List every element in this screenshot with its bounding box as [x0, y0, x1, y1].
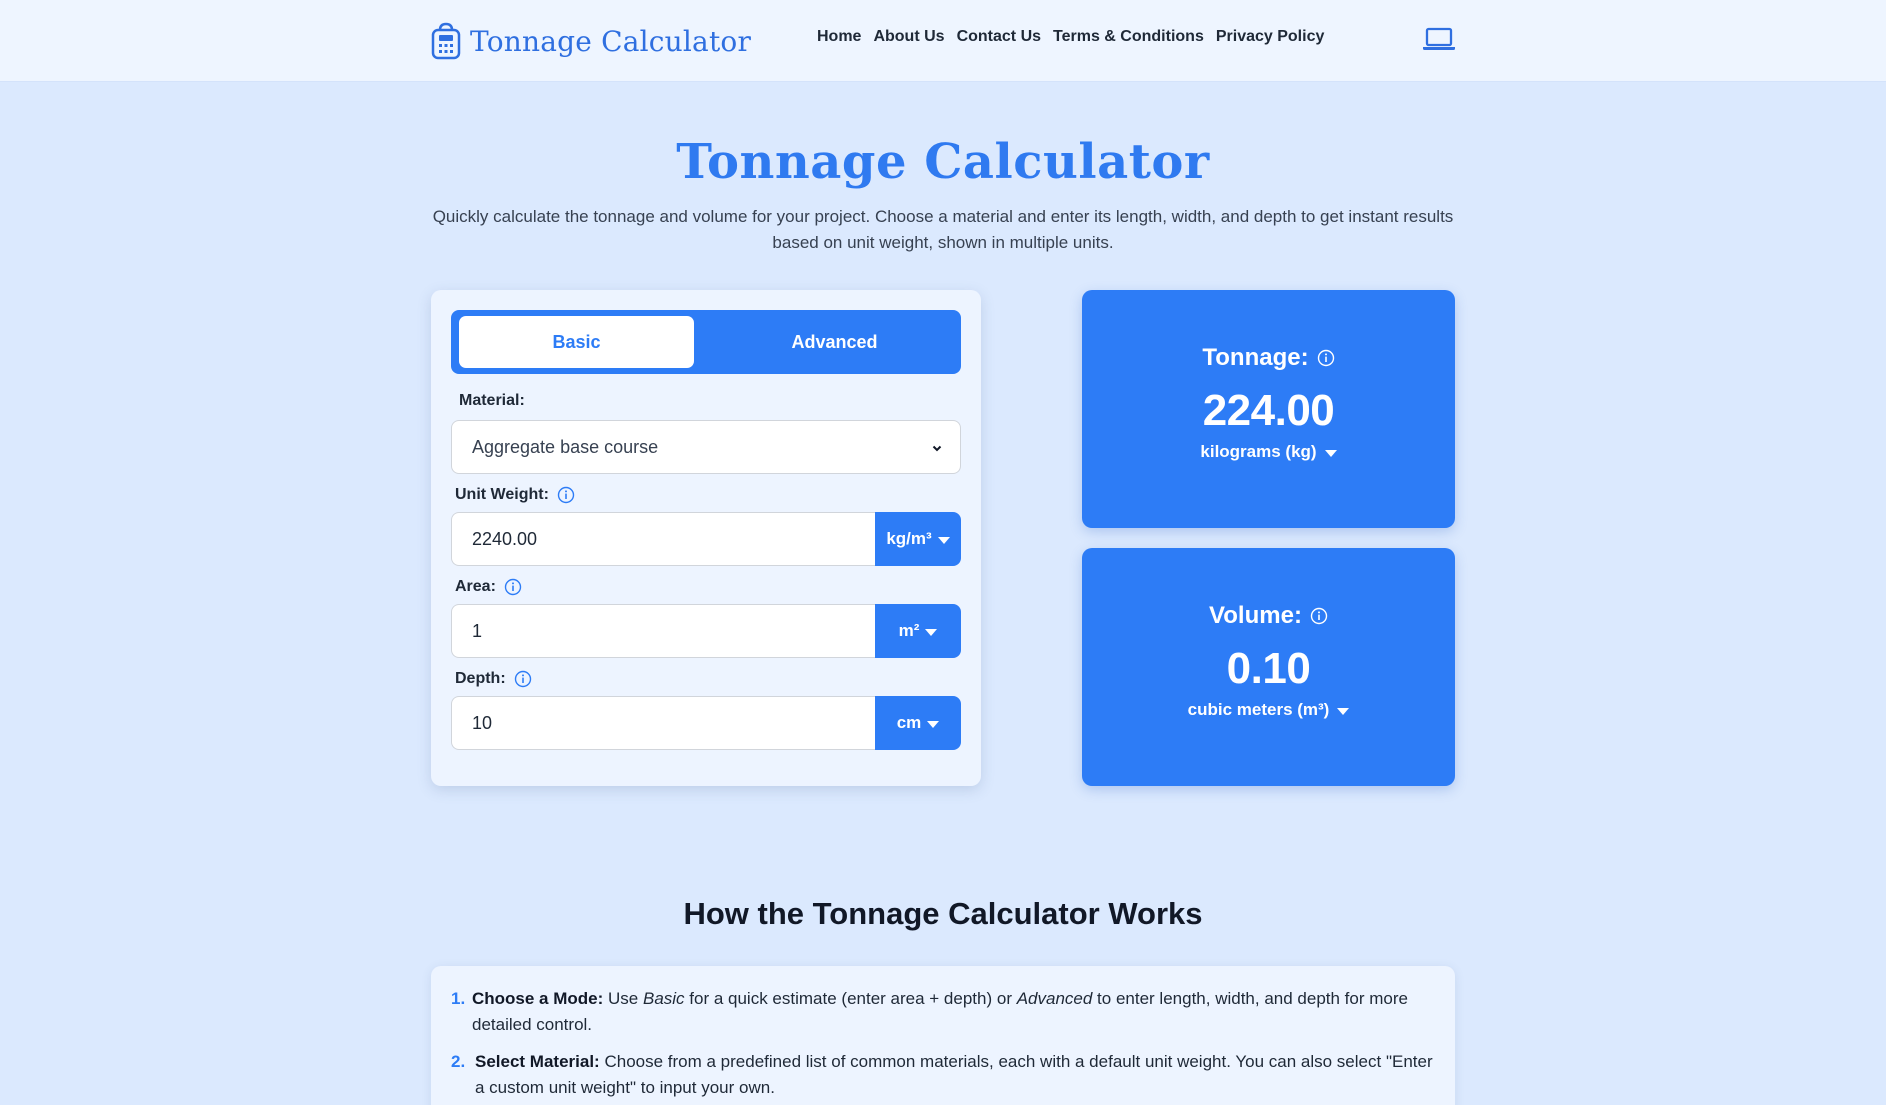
- step-title: Choose a Mode:: [472, 989, 604, 1008]
- nav-contact-us[interactable]: Contact Us: [957, 28, 1041, 46]
- area-info-icon[interactable]: [504, 578, 522, 596]
- depth-label-text: Depth:: [455, 670, 506, 687]
- depth-label: Depth:: [455, 670, 532, 688]
- area-label-text: Area:: [455, 578, 496, 595]
- tonnage-result-card: Tonnage: 224.00 kilograms (kg): [1082, 290, 1455, 528]
- mode-advanced-tab[interactable]: Advanced: [717, 316, 952, 368]
- page-title: Tonnage Calculator: [676, 134, 1210, 190]
- volume-info-icon[interactable]: [1310, 607, 1328, 625]
- unit-weight-unit: kg/m³: [886, 529, 932, 548]
- material-selected-value: Aggregate base course: [472, 436, 659, 457]
- material-label-text: Material:: [459, 392, 525, 409]
- unit-weight-unit-dropdown[interactable]: kg/m³: [875, 512, 961, 566]
- step-em: Advanced: [1016, 989, 1093, 1008]
- step-text: Use: [603, 989, 643, 1008]
- theme-toggle-button[interactable]: [1422, 27, 1456, 55]
- main-nav: Home About Us Contact Us Terms & Conditi…: [817, 28, 1336, 46]
- page-subtitle: Quickly calculate the tonnage and volume…: [432, 207, 1454, 252]
- step-text: Choose from a predefined list of common …: [475, 1052, 1433, 1097]
- material-label: Material:: [459, 392, 525, 410]
- area-row: m²: [451, 604, 961, 658]
- tonnage-unit-dropdown[interactable]: kilograms (kg): [1082, 442, 1455, 462]
- how-it-works-card: 1. Choose a Mode: Use Basic for a quick …: [431, 966, 1455, 1105]
- volume-label: Volume:: [1082, 602, 1455, 630]
- nav-home[interactable]: Home: [817, 28, 861, 46]
- step-number: 2.: [451, 1052, 466, 1071]
- chevron-down-icon: [930, 439, 944, 453]
- volume-unit: cubic meters (m³): [1187, 700, 1330, 719]
- area-unit-dropdown[interactable]: m²: [875, 604, 961, 658]
- step-body: Choose a Mode: Use Basic for a quick est…: [472, 986, 1432, 1038]
- tonnage-label: Tonnage:: [1082, 344, 1455, 372]
- tonnage-unit: kilograms (kg): [1200, 442, 1317, 461]
- step-em: Basic: [642, 989, 685, 1008]
- depth-info-icon[interactable]: [514, 670, 532, 688]
- calculator-bag-icon: [430, 22, 462, 60]
- step-body: Select Material: Choose from a predefine…: [475, 1049, 1435, 1101]
- unit-weight-label: Unit Weight:: [455, 486, 575, 504]
- volume-value: 0.10: [1226, 644, 1311, 693]
- nav-about-us[interactable]: About Us: [873, 28, 944, 46]
- volume-unit-dropdown[interactable]: cubic meters (m³): [1082, 700, 1455, 720]
- step-title: Select Material:: [475, 1052, 600, 1071]
- site-header: Tonnage Calculator Home About Us Contact…: [0, 0, 1886, 82]
- caret-down-icon: [1324, 450, 1337, 457]
- laptop-icon: [1422, 26, 1456, 57]
- unit-weight-input[interactable]: [451, 512, 875, 566]
- material-select[interactable]: Aggregate base course: [451, 420, 961, 474]
- depth-input[interactable]: [451, 696, 875, 750]
- brand-logo-link[interactable]: Tonnage Calculator: [430, 20, 751, 62]
- mode-toggle: Basic Advanced: [451, 310, 961, 374]
- nav-terms-conditions[interactable]: Terms & Conditions: [1053, 28, 1204, 46]
- area-input[interactable]: [451, 604, 875, 658]
- nav-privacy-policy[interactable]: Privacy Policy: [1216, 28, 1325, 46]
- step-number: 1.: [451, 989, 466, 1008]
- mode-basic-tab[interactable]: Basic: [459, 316, 694, 368]
- unit-weight-info-icon[interactable]: [557, 486, 575, 504]
- volume-result-card: Volume: 0.10 cubic meters (m³): [1082, 548, 1455, 786]
- area-label: Area:: [455, 578, 522, 596]
- unit-weight-row: kg/m³: [451, 512, 961, 566]
- tonnage-info-icon[interactable]: [1317, 349, 1335, 367]
- calculator-card: Basic Advanced Material: Aggregate base …: [431, 290, 981, 786]
- step-text: for a quick estimate (enter area + depth…: [684, 989, 1017, 1008]
- volume-label-text: Volume:: [1209, 602, 1302, 629]
- caret-down-icon: [1337, 708, 1350, 715]
- caret-down-icon: [927, 721, 940, 728]
- brand-name: Tonnage Calculator: [470, 24, 752, 58]
- area-unit: m²: [898, 621, 920, 640]
- caret-down-icon: [937, 537, 950, 544]
- unit-weight-label-text: Unit Weight:: [455, 486, 549, 503]
- caret-down-icon: [925, 629, 938, 636]
- depth-unit: cm: [896, 713, 922, 732]
- how-it-works-title: How the Tonnage Calculator Works: [683, 896, 1203, 931]
- depth-row: cm: [451, 696, 961, 750]
- tonnage-value: 224.00: [1202, 386, 1335, 435]
- depth-unit-dropdown[interactable]: cm: [875, 696, 961, 750]
- tonnage-label-text: Tonnage:: [1202, 344, 1309, 371]
